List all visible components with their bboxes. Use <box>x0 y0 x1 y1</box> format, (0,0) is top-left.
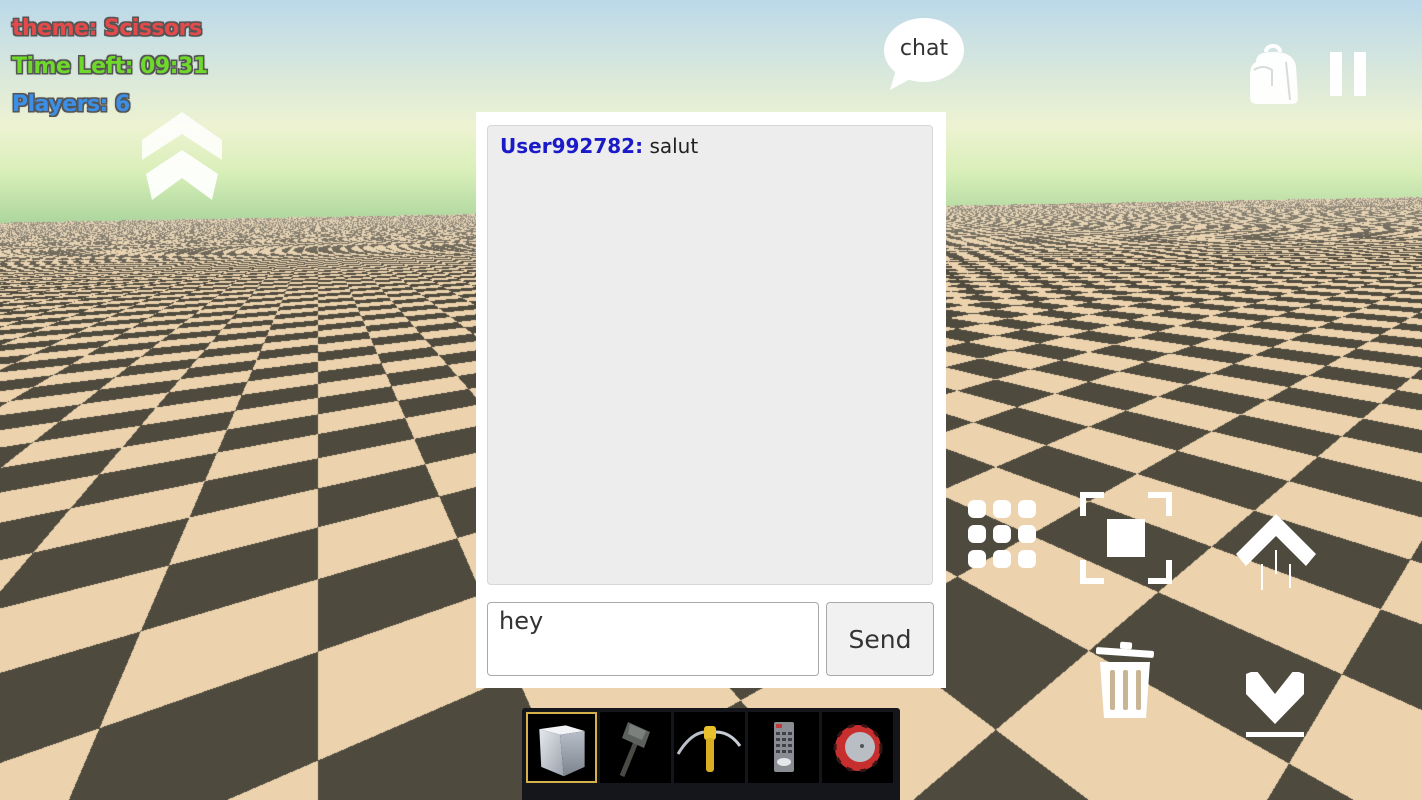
time-left-label: Time Left: 09:31 <box>12 54 208 79</box>
drop-down-icon <box>1246 670 1304 737</box>
chat-message: User992782: salut <box>500 134 920 158</box>
chat-log[interactable]: User992782: salut <box>487 125 933 585</box>
send-button-label: Send <box>848 624 912 654</box>
cube-block-icon <box>539 725 585 777</box>
remote-control-icon <box>774 722 794 772</box>
chat-toggle-button[interactable]: chat <box>882 16 966 90</box>
inventory-button[interactable] <box>1246 42 1302 104</box>
pause-icon <box>1330 52 1366 96</box>
hotbar-slot-pickaxe[interactable] <box>674 712 745 783</box>
spinning-disc-icon <box>833 723 883 773</box>
hotbar-slot-hammer[interactable] <box>600 712 671 783</box>
pickaxe-icon <box>676 726 742 772</box>
jump-button[interactable] <box>140 112 224 204</box>
build-menu-button[interactable] <box>966 498 1038 570</box>
hotbar-slot-remote[interactable] <box>748 712 819 783</box>
hotbar-slot-cube[interactable] <box>526 712 597 783</box>
fly-up-button[interactable] <box>1234 510 1318 594</box>
fly-down-button[interactable] <box>1244 670 1306 740</box>
chat-window: User992782: salut hey Send <box>476 112 946 688</box>
chat-input[interactable]: hey <box>487 602 819 676</box>
hotbar <box>522 708 900 800</box>
delete-button[interactable] <box>1094 640 1156 722</box>
send-button[interactable]: Send <box>826 602 934 676</box>
theme-label: theme: Scissors <box>12 16 202 41</box>
chat-message-text: salut <box>649 134 699 158</box>
trash-icon <box>1095 641 1155 718</box>
double-chevron-up-icon <box>142 112 222 200</box>
hammer-icon <box>619 722 650 777</box>
pause-button[interactable] <box>1328 52 1368 96</box>
chat-toggle-label: chat <box>899 36 949 61</box>
hotbar-slot-disc[interactable] <box>822 712 893 783</box>
players-count-label: Players: 6 <box>12 92 130 117</box>
camera-view-button[interactable] <box>1080 492 1172 584</box>
fly-up-icon <box>1236 514 1316 590</box>
chat-message-user: User992782: <box>500 134 644 158</box>
backpack-icon <box>1250 44 1298 104</box>
camera-frame-icon <box>1080 492 1172 584</box>
grid-menu-icon <box>968 500 1036 568</box>
